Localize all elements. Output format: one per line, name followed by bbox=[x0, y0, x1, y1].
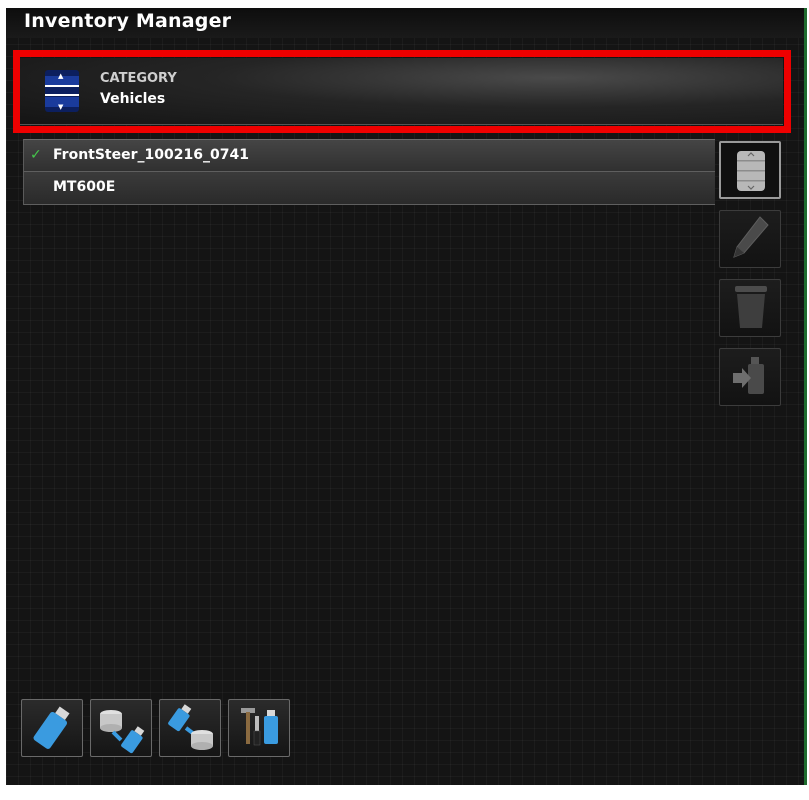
category-value: Vehicles bbox=[100, 91, 166, 107]
usb-export-icon bbox=[733, 357, 764, 394]
list-item-label: FrontSteer_100216_0741 bbox=[53, 147, 249, 163]
window-edge bbox=[804, 8, 807, 785]
pencil-edit-icon bbox=[733, 216, 769, 258]
usb-export-button[interactable] bbox=[719, 348, 781, 406]
database-to-usb-button[interactable] bbox=[90, 699, 152, 757]
title-bar: Inventory Manager bbox=[6, 8, 804, 38]
category-selector-icon: ▲ ▼ bbox=[45, 70, 79, 112]
inventory-list: ✓ FrontSteer_100216_0741 MT600E bbox=[23, 139, 715, 205]
category-label: CATEGORY bbox=[100, 71, 177, 86]
delete-button[interactable] bbox=[719, 279, 781, 337]
list-item[interactable]: MT600E bbox=[23, 172, 715, 205]
list-selector-button[interactable] bbox=[719, 141, 781, 199]
check-icon: ✓ bbox=[30, 147, 42, 163]
usb-button[interactable] bbox=[21, 699, 83, 757]
tools-usb-icon bbox=[241, 708, 278, 746]
trash-icon bbox=[735, 286, 767, 328]
tools-button[interactable] bbox=[228, 699, 290, 757]
usb-to-database-button[interactable] bbox=[159, 699, 221, 757]
usb-drive-icon bbox=[33, 706, 70, 749]
window-title: Inventory Manager bbox=[24, 10, 232, 32]
list-item-label: MT600E bbox=[53, 179, 116, 195]
category-selector[interactable]: ▲ ▼ CATEGORY Vehicles bbox=[20, 58, 783, 125]
edit-button[interactable] bbox=[719, 210, 781, 268]
usb-to-database-icon bbox=[168, 704, 213, 750]
list-selector-icon bbox=[737, 151, 765, 191]
list-item[interactable]: ✓ FrontSteer_100216_0741 bbox=[23, 139, 715, 172]
inventory-manager-window: Inventory Manager ▲ ▼ CATEGORY Vehicles … bbox=[6, 8, 804, 785]
database-to-usb-icon bbox=[100, 710, 145, 754]
